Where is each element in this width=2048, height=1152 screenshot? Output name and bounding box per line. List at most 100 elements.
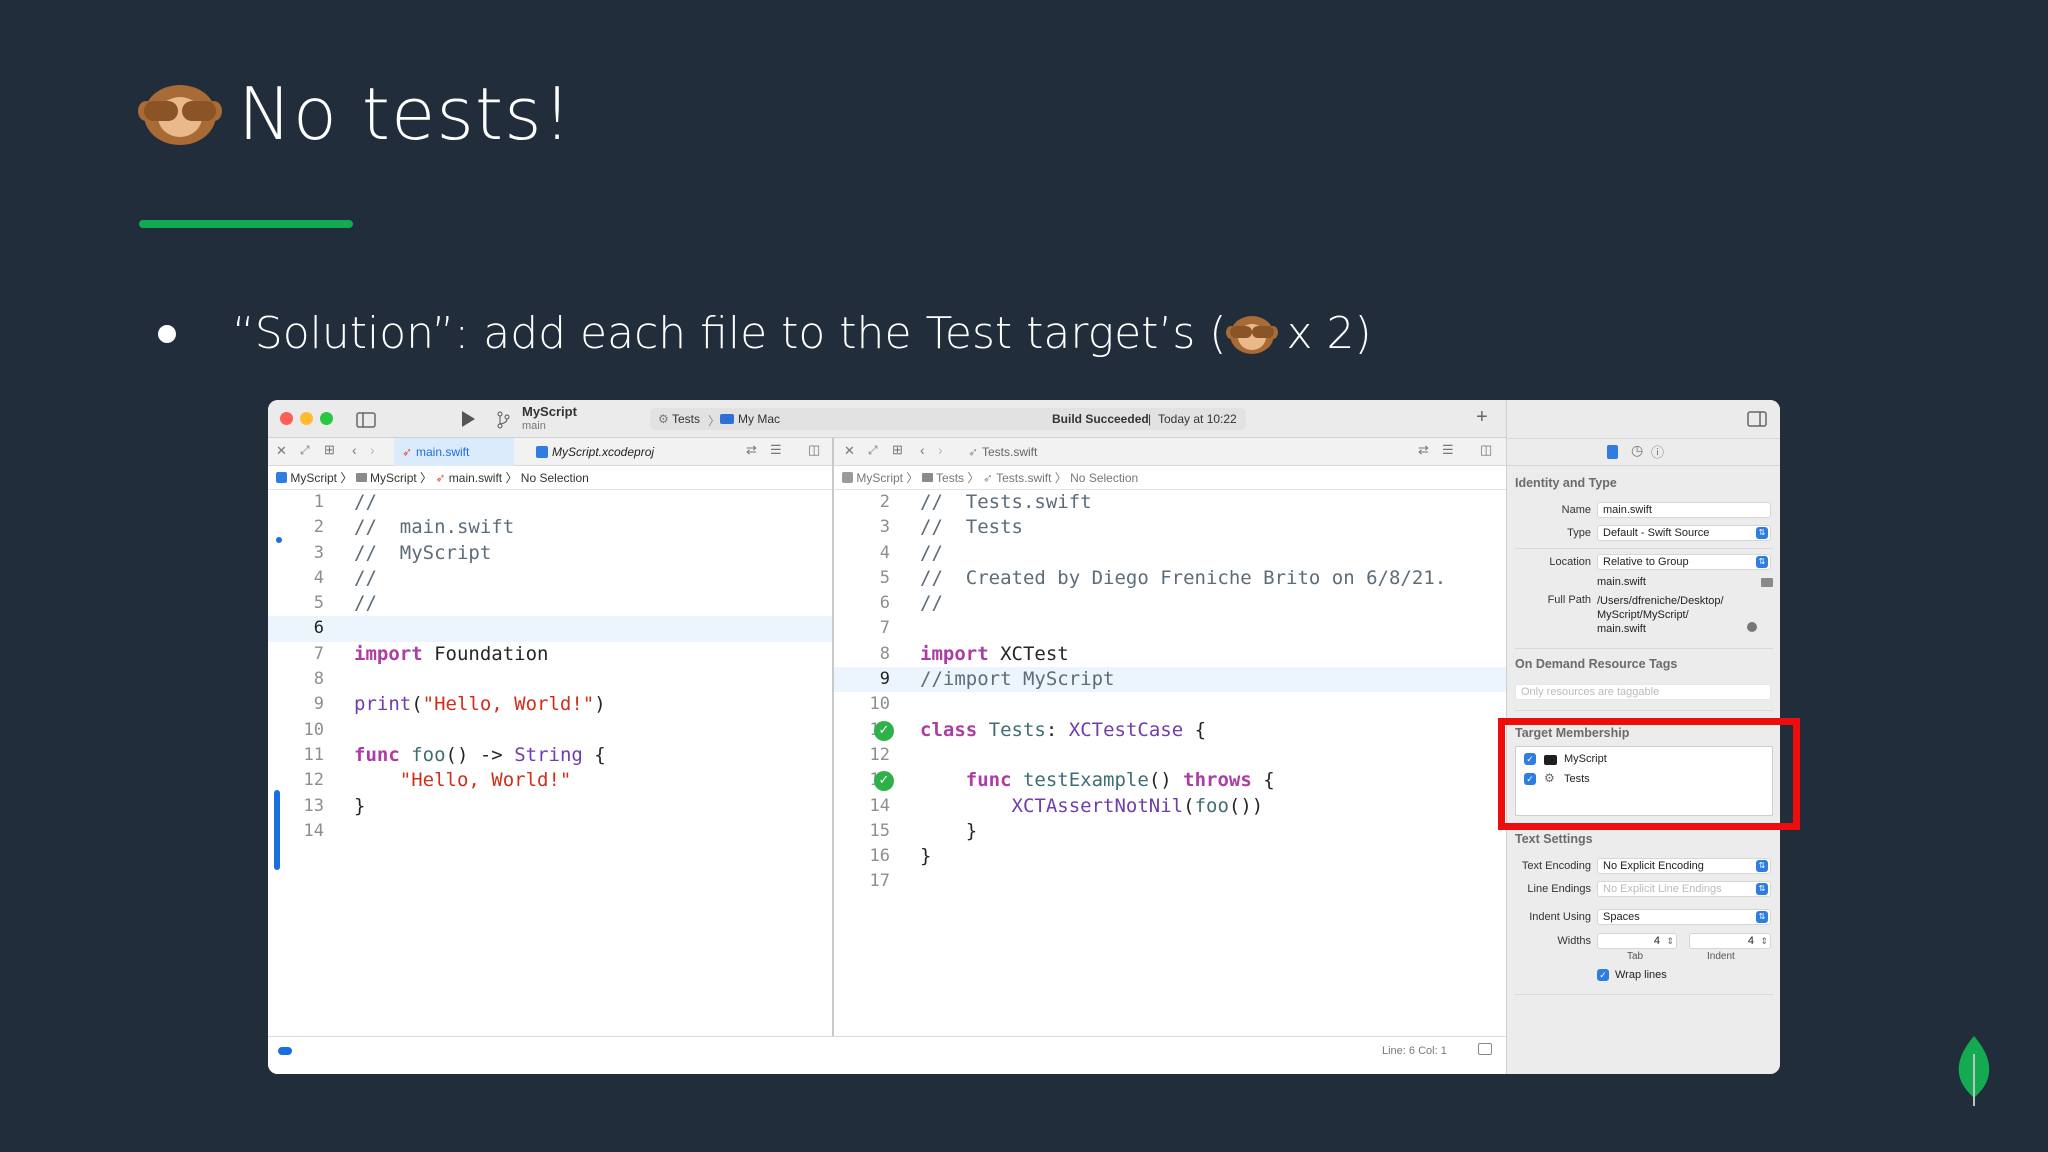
line-number[interactable]: 17 (834, 869, 890, 894)
line-number[interactable]: 2 (834, 490, 890, 515)
code-line[interactable]: 8 import XCTest (834, 642, 1506, 667)
history-icon[interactable]: ◷ (1631, 442, 1643, 459)
expand-icon[interactable]: ⤢ (300, 443, 310, 458)
debug-area-toggle-icon[interactable] (278, 1047, 292, 1055)
line-number[interactable]: 3 (834, 515, 890, 540)
code-line[interactable]: 9 //import MyScript (834, 667, 1506, 693)
code-line[interactable]: 6 // (834, 591, 1506, 616)
close-icon[interactable]: ✕ (276, 443, 287, 459)
navigator-toggle-icon[interactable] (356, 412, 376, 428)
line-number[interactable]: 9 (268, 692, 324, 717)
folder-icon[interactable] (1761, 578, 1773, 587)
line-number[interactable]: 14 (834, 794, 890, 819)
left-code-area[interactable]: 1//2// main.swift 3// MyScript 4//5//6 7 imp… (268, 490, 832, 844)
code-line[interactable]: 5 // Created by Diego Freniche Brito on 6… (834, 566, 1506, 591)
tab-main-swift[interactable]: ➶ main.swift (394, 438, 514, 466)
wrap-lines-checkbox[interactable]: ✓ (1597, 969, 1609, 981)
line-number[interactable]: 16 (834, 844, 890, 869)
editor-options-icon[interactable]: ☰ (770, 442, 782, 458)
name-field[interactable]: main.swift (1597, 502, 1771, 518)
add-icon[interactable]: + (1476, 406, 1488, 429)
line-number[interactable]: 6 (268, 616, 324, 641)
code-line[interactable]: 11 func foo() -> String { (268, 743, 832, 768)
code-line[interactable]: 7 (834, 616, 1506, 641)
odr-tags-field[interactable]: Only resources are taggable (1515, 684, 1771, 700)
close-icon[interactable]: ✕ (844, 443, 855, 459)
line-number[interactable]: 12 (834, 743, 890, 768)
close-window-button[interactable] (280, 412, 293, 425)
encoding-select[interactable]: No Explicit Encoding ⇅ (1597, 858, 1771, 874)
right-code-area[interactable]: 2 // Tests.swift 3 // Tests 4 // 5 // Created b… (834, 490, 1506, 895)
line-number[interactable]: 8 (268, 667, 324, 692)
line-number[interactable]: 15 (834, 819, 890, 844)
test-passed-icon[interactable]: ✓ (874, 771, 894, 792)
line-number[interactable]: 6 (834, 591, 890, 616)
line-number[interactable]: 3 (268, 541, 324, 566)
code-line[interactable]: 8 (268, 667, 832, 692)
related-items-icon[interactable]: ⇄ (746, 442, 757, 458)
line-number[interactable]: 9 (834, 667, 890, 692)
code-line[interactable]: 15 } (834, 819, 1506, 844)
jump-item[interactable]: MyScript (290, 471, 337, 485)
jump-item[interactable]: MyScript (856, 471, 903, 485)
code-line[interactable]: 3 // MyScript (268, 541, 832, 566)
code-line[interactable]: 1 // (268, 490, 832, 515)
split-editor-icon[interactable]: ◫ (1480, 442, 1492, 458)
code-line[interactable]: 6 (268, 616, 832, 642)
indent-width-field[interactable]: 4 ⇕ (1689, 933, 1771, 949)
line-endings-select[interactable]: No Explicit Line Endings ⇅ (1597, 881, 1771, 897)
tab-xcodeproj[interactable]: MyScript.xcodeproj (530, 438, 680, 466)
run-button-icon[interactable] (460, 410, 476, 428)
forward-icon[interactable]: › (370, 442, 375, 458)
indent-select[interactable]: Spaces ⇅ (1597, 909, 1771, 925)
line-number[interactable]: 7 (834, 616, 890, 641)
code-line[interactable]: 13✓ func testExample() throws { (834, 768, 1506, 793)
code-line[interactable]: 7 import Foundation (268, 642, 832, 667)
back-icon[interactable]: ‹ (920, 442, 925, 458)
scheme-name[interactable]: MyScript (522, 404, 577, 419)
code-line[interactable]: 12 "Hello, World!" (268, 768, 832, 793)
code-line[interactable]: 13} (268, 794, 832, 819)
type-select[interactable]: Default - Swift Source ⇅ (1597, 525, 1771, 541)
code-line[interactable]: 12 (834, 743, 1506, 768)
reveal-arrow-icon[interactable] (1747, 622, 1757, 632)
line-number[interactable]: 7 (268, 642, 324, 667)
code-line[interactable]: 3 // Tests (834, 515, 1506, 540)
tab-tests-swift[interactable]: ➶ Tests.swift (960, 438, 1060, 466)
code-line[interactable]: 4 // (834, 541, 1506, 566)
tab-width-field[interactable]: 4 ⇕ (1597, 933, 1677, 949)
code-line[interactable]: 14 (268, 819, 832, 844)
related-items-icon[interactable]: ⇄ (1418, 442, 1429, 458)
code-line[interactable]: 2 // Tests.swift (834, 490, 1506, 515)
code-line[interactable]: 5 // (268, 591, 832, 616)
stepper-icon[interactable]: ⇕ (1760, 934, 1768, 948)
code-line[interactable]: 4 // (268, 566, 832, 591)
line-number[interactable]: 4 (834, 541, 890, 566)
test-passed-icon[interactable]: ✓ (874, 720, 894, 741)
line-number[interactable]: 5 (268, 591, 324, 616)
code-line[interactable]: 17 (834, 869, 1506, 894)
status-scheme[interactable]: Tests (672, 412, 700, 426)
line-number[interactable]: 10 (268, 718, 324, 743)
code-line[interactable]: 11✓class Tests: XCTestCase { (834, 718, 1506, 743)
line-number[interactable]: 4 (268, 566, 324, 591)
inspector-toggle-icon[interactable] (1747, 411, 1767, 427)
editor-options-icon[interactable]: ☰ (1442, 442, 1454, 458)
zoom-window-button[interactable] (320, 412, 333, 425)
code-line[interactable]: 2// main.swift (268, 515, 832, 540)
code-line[interactable]: 16} (834, 844, 1506, 869)
console-toggle-icon[interactable] (1478, 1043, 1492, 1055)
expand-icon[interactable]: ⤢ (868, 443, 878, 458)
line-number[interactable]: 5 (834, 566, 890, 591)
status-destination[interactable]: My Mac (738, 412, 780, 426)
jump-item[interactable]: MyScript (370, 471, 417, 485)
jump-item[interactable]: No Selection (1070, 471, 1138, 485)
location-select[interactable]: Relative to Group ⇅ (1597, 554, 1771, 570)
code-line[interactable]: 9 print("Hello, World!") (268, 692, 832, 717)
jump-item[interactable]: Tests.swift (996, 471, 1051, 485)
forward-icon[interactable]: › (938, 442, 943, 458)
split-editor-icon[interactable]: ◫ (808, 442, 820, 458)
code-line[interactable]: 10 (268, 718, 832, 743)
code-line[interactable]: 10 (834, 692, 1506, 717)
jump-item[interactable]: main.swift (449, 471, 502, 485)
